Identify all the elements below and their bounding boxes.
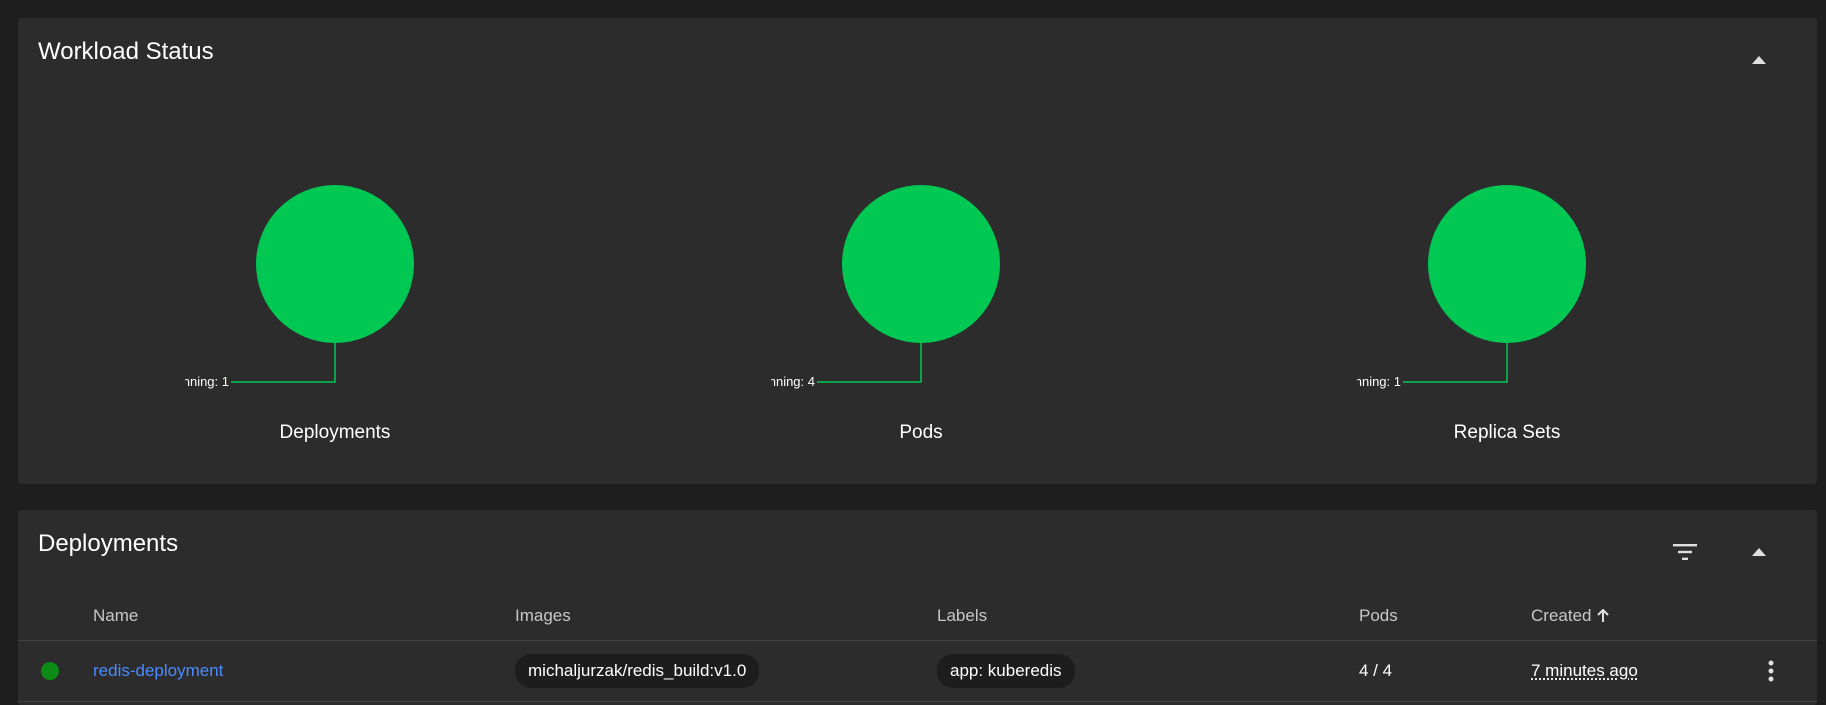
column-header-created-label: Created: [1531, 606, 1592, 625]
chart-caption: Deployments: [279, 422, 391, 443]
pods-cell: 4 / 4: [1359, 661, 1393, 680]
column-header-images: Images: [515, 606, 571, 625]
running-label: Running: 4: [771, 374, 815, 389]
deployments-title: Deployments: [38, 530, 179, 557]
image-chip: michaljurzak/redis_build:v1.0: [515, 654, 760, 688]
filter-button[interactable]: [1665, 532, 1705, 572]
created-cell: 7 minutes ago: [1531, 641, 1638, 701]
label-chip: app: kuberedis: [937, 654, 1075, 688]
row-actions-menu-button[interactable]: [1751, 641, 1791, 701]
deployments-card: Deployments Name Images Labels Pods Crea…: [18, 510, 1817, 705]
deployments-collapse-button[interactable]: [1739, 532, 1779, 572]
created-time: 7 minutes ago: [1531, 661, 1638, 680]
replica-sets-pie-chart: Running: 1: [1357, 185, 1586, 389]
running-slice: [256, 185, 414, 343]
pods-pie-chart: Running: 4: [771, 185, 1000, 389]
deployment-name-link[interactable]: redis-deployment: [93, 661, 223, 681]
running-leader-line: [817, 343, 922, 383]
running-label: Running: 1: [185, 374, 229, 389]
running-leader-line: [231, 343, 336, 383]
chart-caption: Pods: [899, 422, 943, 443]
running-slice: [1428, 185, 1586, 343]
name-cell: redis-deployment: [93, 641, 223, 701]
table-row: redis-deployment michaljurzak/redis_buil…: [18, 641, 1817, 702]
running-label: Running: 1: [1357, 374, 1401, 389]
pods-status-chart: Running: 4 Pods: [771, 18, 1071, 484]
chart-caption: Replica Sets: [1453, 422, 1561, 443]
column-header-created[interactable]: Created: [1531, 606, 1610, 626]
running-leader-line: [1403, 343, 1508, 383]
more-vertical-icon: [1768, 660, 1774, 682]
deployments-status-chart: Running: 1 Deployments: [185, 18, 485, 484]
deployments-pie-chart: Running: 1: [185, 185, 414, 389]
replica-sets-status-chart: Running: 1 Replica Sets: [1357, 18, 1657, 484]
column-header-labels: Labels: [937, 606, 988, 625]
chevron-up-icon: [1752, 548, 1766, 556]
column-header-pods: Pods: [1359, 606, 1398, 625]
images-cell: michaljurzak/redis_build:v1.0: [515, 641, 760, 701]
arrow-up-icon: [1597, 609, 1610, 622]
chevron-up-icon: [1752, 56, 1766, 64]
running-slice: [842, 185, 1000, 343]
table-header: Name Images Labels Pods Created: [18, 592, 1817, 641]
labels-cell: app: kuberedis: [937, 641, 1075, 701]
status-running-icon: [41, 662, 59, 680]
column-header-name[interactable]: Name: [93, 606, 138, 626]
status-cell: [41, 641, 59, 701]
filter-icon: [1673, 544, 1697, 560]
workload-status-card: Workload Status Running: 1 Deployments R…: [18, 18, 1817, 484]
workload-collapse-button[interactable]: [1739, 40, 1779, 80]
